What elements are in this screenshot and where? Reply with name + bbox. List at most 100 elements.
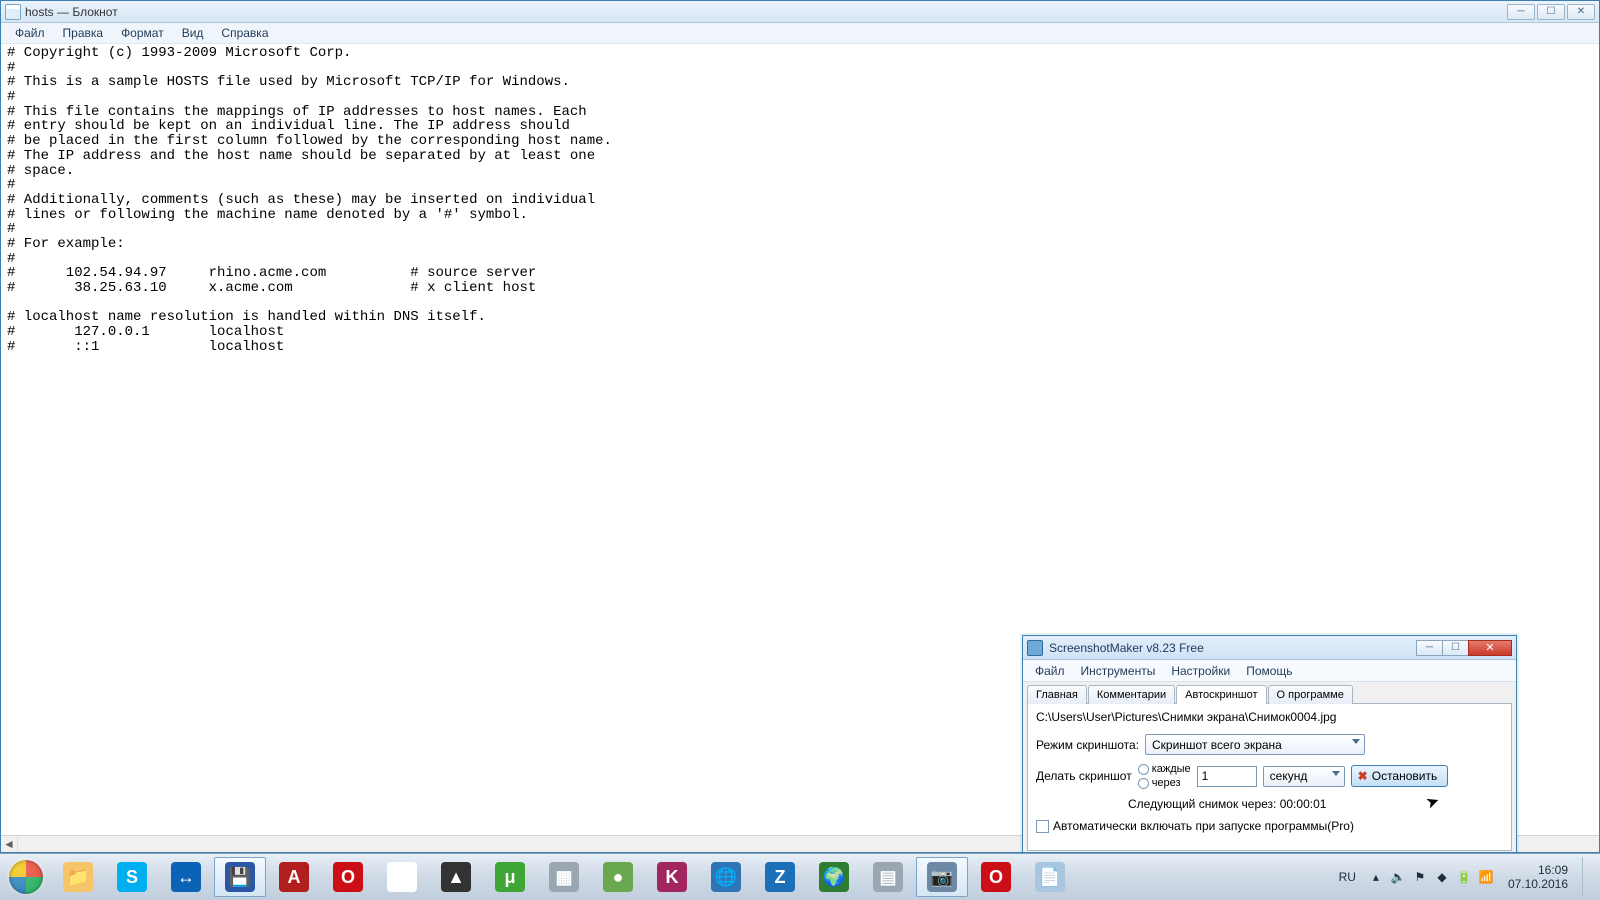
- taskbar-item[interactable]: O: [970, 857, 1022, 897]
- ss-tabstrip: Главная Комментарии Автоскриншот О прогр…: [1027, 684, 1512, 703]
- x-icon: ✖: [1358, 769, 1368, 783]
- chevron-down-icon: [1352, 739, 1360, 744]
- ss-autostart-checkbox[interactable]: Автоматически включать при запуске прогр…: [1036, 819, 1503, 833]
- tray-power-icon[interactable]: 🔋: [1456, 869, 1472, 885]
- ss-panel: C:\Users\User\Pictures\Снимки экрана\Сни…: [1027, 703, 1512, 851]
- ss-radio-every[interactable]: каждые: [1138, 763, 1191, 775]
- menu-file[interactable]: Файл: [7, 24, 53, 42]
- notepad-menubar: Файл Правка Формат Вид Справка: [1, 23, 1599, 44]
- adobe-reader-icon: A: [279, 862, 309, 892]
- taskbar-item[interactable]: ●: [592, 857, 644, 897]
- chrome-icon: ◉: [387, 862, 417, 892]
- taskmgr-icon: ▤: [873, 862, 903, 892]
- windows-logo-icon: [9, 860, 43, 894]
- ss-unit-value: секунд: [1270, 769, 1308, 783]
- ss-tab-autoscreenshot[interactable]: Автоскриншот: [1176, 685, 1266, 704]
- ss-app-icon: [1027, 640, 1043, 656]
- taskbar-item[interactable]: ▤: [862, 857, 914, 897]
- taskbar-item[interactable]: 📁: [52, 857, 104, 897]
- taskbar-item[interactable]: A: [268, 857, 320, 897]
- ss-menu-tools[interactable]: Инструменты: [1073, 662, 1164, 680]
- taskbar-item[interactable]: 📷: [916, 857, 968, 897]
- taskbar-item[interactable]: 📄: [1024, 857, 1076, 897]
- menu-view[interactable]: Вид: [174, 24, 212, 42]
- input-language[interactable]: RU: [1335, 870, 1360, 884]
- close-button[interactable]: ✕: [1567, 4, 1595, 20]
- taskbar-clock[interactable]: 16:09 07.10.2016: [1502, 863, 1574, 892]
- taskbar-item[interactable]: ▲: [430, 857, 482, 897]
- ss-menu-settings[interactable]: Настройки: [1163, 662, 1238, 680]
- globe-green-icon: 🌍: [819, 862, 849, 892]
- ss-mode-select[interactable]: Скриншот всего экрана: [1145, 734, 1365, 755]
- taskbar-item[interactable]: O: [322, 857, 374, 897]
- utorrent-icon: μ: [495, 862, 525, 892]
- taskbar-item[interactable]: K: [646, 857, 698, 897]
- taskbar-items: 📁S↔💾AO◉▲μ▦●K🌐Z🌍▤📷O📄: [52, 857, 1076, 897]
- ss-mode-value: Скриншот всего экрана: [1152, 738, 1282, 752]
- ss-interval-radios: каждые через: [1138, 763, 1191, 789]
- teamviewer-icon: ↔: [171, 862, 201, 892]
- ss-title: ScreenshotMaker v8.23 Free: [1049, 641, 1204, 655]
- clock-time: 16:09: [1508, 863, 1568, 877]
- skype-icon: S: [117, 862, 147, 892]
- ss-close-button[interactable]: ✕: [1468, 640, 1512, 656]
- taskbar-item[interactable]: Z: [754, 857, 806, 897]
- menu-edit[interactable]: Правка: [55, 24, 112, 42]
- ss-maximize-button[interactable]: ☐: [1442, 640, 1468, 656]
- start-button[interactable]: [4, 858, 48, 896]
- show-desktop-button[interactable]: [1582, 857, 1594, 897]
- opera-icon: O: [981, 862, 1011, 892]
- checkbox-icon: [1036, 820, 1049, 833]
- minimize-button[interactable]: ─: [1507, 4, 1535, 20]
- taskbar-item[interactable]: ▦: [538, 857, 590, 897]
- tray-shield-icon[interactable]: ◆: [1434, 869, 1450, 885]
- ss-radio-after[interactable]: через: [1138, 777, 1191, 789]
- taskbar-item[interactable]: μ: [484, 857, 536, 897]
- ss-stop-label: Остановить: [1372, 769, 1438, 783]
- radio-icon: [1138, 764, 1149, 775]
- taskbar-item[interactable]: 💾: [214, 857, 266, 897]
- ss-tab-about[interactable]: О программе: [1268, 685, 1353, 704]
- tray-volume-icon[interactable]: 🔈: [1390, 869, 1406, 885]
- taskbar-item[interactable]: 🌍: [808, 857, 860, 897]
- ss-tab-comments[interactable]: Комментарии: [1088, 685, 1175, 704]
- ss-minimize-button[interactable]: ─: [1416, 640, 1442, 656]
- taskbar: 📁S↔💾AO◉▲μ▦●K🌐Z🌍▤📷O📄 RU ▴ 🔈 ⚑ ◆ 🔋 📶 16:09…: [0, 853, 1600, 900]
- ss-save-path: C:\Users\User\Pictures\Снимки экрана\Сни…: [1036, 710, 1503, 724]
- note-icon: 📄: [1035, 862, 1065, 892]
- aimp-icon: ▲: [441, 862, 471, 892]
- explorer-icon: 📁: [63, 862, 93, 892]
- k-app-icon: K: [657, 862, 687, 892]
- ss-stop-button[interactable]: ✖ Остановить: [1351, 765, 1449, 787]
- ss-titlebar[interactable]: ScreenshotMaker v8.23 Free ─ ☐ ✕: [1023, 636, 1516, 660]
- ss-menu-file[interactable]: Файл: [1027, 662, 1073, 680]
- taskbar-item[interactable]: ↔: [160, 857, 212, 897]
- notepad-titlebar[interactable]: hosts — Блокнот ─ ☐ ✕: [1, 1, 1599, 23]
- notepad-title: hosts — Блокнот: [25, 5, 118, 19]
- camera-icon: 📷: [927, 862, 957, 892]
- taskbar-item[interactable]: 🌐: [700, 857, 752, 897]
- calc-icon: ▦: [549, 862, 579, 892]
- scroll-left-icon[interactable]: ◄: [1, 837, 18, 852]
- menu-format[interactable]: Формат: [113, 24, 172, 42]
- screenshotmaker-window: ScreenshotMaker v8.23 Free ─ ☐ ✕ Файл Ин…: [1022, 635, 1517, 853]
- maximize-button[interactable]: ☐: [1537, 4, 1565, 20]
- tray-network-icon[interactable]: 📶: [1478, 869, 1494, 885]
- ss-interval-input[interactable]: [1197, 766, 1257, 787]
- ss-unit-select[interactable]: секунд: [1263, 766, 1345, 787]
- ss-menubar: Файл Инструменты Настройки Помощь: [1023, 660, 1516, 682]
- ss-make-label: Делать скриншот: [1036, 769, 1132, 783]
- taskbar-item[interactable]: ◉: [376, 857, 428, 897]
- clock-date: 07.10.2016: [1508, 877, 1568, 891]
- globe-blue-icon: 🌐: [711, 862, 741, 892]
- taskbar-item[interactable]: S: [106, 857, 158, 897]
- save-icon: 💾: [225, 862, 255, 892]
- ss-tab-main[interactable]: Главная: [1027, 685, 1087, 704]
- chevron-down-icon: [1332, 771, 1340, 776]
- system-tray: RU ▴ 🔈 ⚑ ◆ 🔋 📶 16:09 07.10.2016: [1335, 857, 1596, 897]
- menu-help[interactable]: Справка: [213, 24, 276, 42]
- ss-menu-help[interactable]: Помощь: [1238, 662, 1300, 680]
- circle-icon: ●: [603, 862, 633, 892]
- tray-flag-icon[interactable]: ⚑: [1412, 869, 1428, 885]
- tray-up-icon[interactable]: ▴: [1368, 869, 1384, 885]
